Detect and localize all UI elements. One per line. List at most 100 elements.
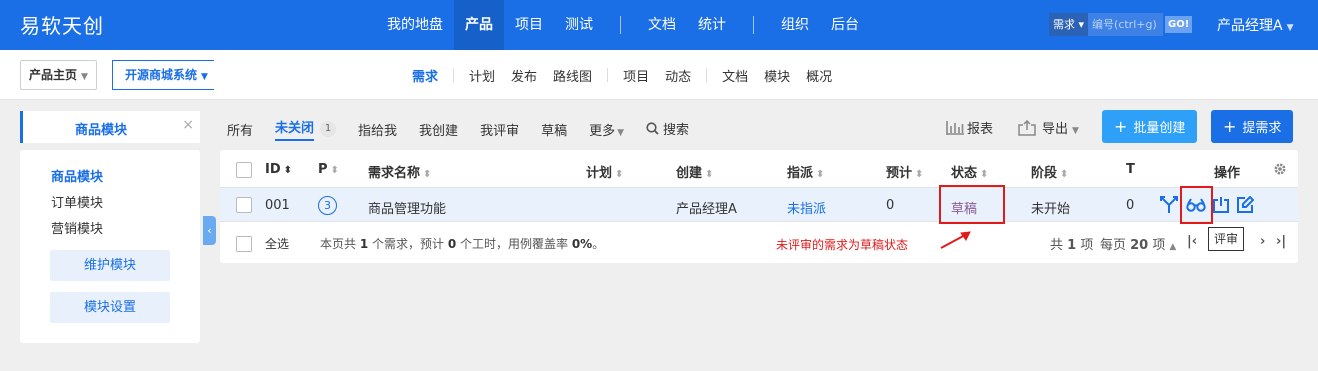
first-page-icon[interactable]: |‹ [1187,234,1197,249]
subnav-roadmap[interactable]: 路线图 [545,66,600,85]
nav-test[interactable]: 测试 [554,0,604,50]
bar-chart-icon [946,120,964,139]
next-page-icon[interactable]: › [1260,234,1265,249]
nav-stats[interactable]: 统计 [687,0,737,50]
edit-icon[interactable] [1236,195,1255,219]
subnav-release[interactable]: 发布 [503,66,545,85]
row-id: 001 [265,198,290,213]
row-estimate: 0 [886,198,895,213]
nav-product[interactable]: 产品 [454,0,504,50]
col-plan-label: 计划 [586,166,613,181]
sort-icon: ⬍ [330,165,339,176]
subnav-project[interactable]: 项目 [615,66,657,85]
subnav-divider [607,68,609,82]
col-assignee-label: 指派 [787,166,814,181]
col-estimate-label: 预计 [886,166,913,181]
row-name-link[interactable]: 商品管理功能 [368,198,446,217]
plus-icon: + [1114,117,1128,136]
col-id[interactable]: ID ⬍ [265,162,292,177]
create-story-button[interactable]: + 提需求 [1211,110,1294,143]
select-all-checkbox[interactable] [236,236,252,252]
subnav-module[interactable]: 模块 [756,66,798,85]
subnav-plan[interactable]: 计划 [461,66,503,85]
subnav-doc[interactable]: 文档 [714,66,756,85]
module-tab[interactable]: 商品模块 × [20,111,200,143]
col-creator-label: 创建 [676,166,703,181]
nav-doc[interactable]: 文档 [637,0,687,50]
chevron-down-icon: ▼ [1286,23,1294,33]
brand-logo[interactable]: 易软天创 [20,10,104,39]
user-name: 产品经理A [1217,18,1283,34]
batch-create-button[interactable]: + 批量创建 [1102,110,1198,143]
module-item-product[interactable]: 商品模块 [51,166,103,185]
row-checkbox[interactable] [236,197,252,213]
filter-all[interactable]: 所有 [227,120,253,139]
subnav-divider [706,68,708,82]
filter-reviewed[interactable]: 我评审 [480,120,519,139]
annotation-arrow-icon [939,230,973,254]
col-plan[interactable]: 计划 ⬍ [586,162,623,181]
filter-search[interactable]: 搜索 [646,119,689,139]
col-name[interactable]: 需求名称 ⬍ [368,162,431,181]
nav-org[interactable]: 组织 [770,0,820,50]
row-stage: 未开始 [1031,202,1071,217]
nav-admin[interactable]: 后台 [820,0,870,50]
row-t: 0 [1126,198,1135,213]
sort-icon: ⬍ [615,169,624,180]
breadcrumb-product[interactable]: 开源商城系统 ▼ [112,60,214,90]
header-checkbox[interactable] [236,162,252,178]
col-status[interactable]: 状态 ⬍ [951,162,988,181]
search-type-select[interactable]: 需求 ▾ [1049,13,1089,36]
priority-badge: 3 [318,196,337,215]
module-item-marketing[interactable]: 营销模块 [51,218,103,237]
maintain-module-button[interactable]: 维护模块 [50,250,170,281]
top-nav-bar: 易软天创 我的地盘 产品 项目 测试 文档 统计 组织 后台 需求 ▾ 编号(c… [0,0,1318,50]
user-menu[interactable]: 产品经理A ▼ [1217,15,1294,35]
breadcrumb-product-label: 开源商城系统 [125,68,198,82]
create-story-label: 提需求 [1242,121,1282,136]
col-creator[interactable]: 创建 ⬍ [676,162,713,181]
nav-my[interactable]: 我的地盘 [376,0,454,50]
row-assignee-link[interactable]: 未指派 [787,198,826,217]
filter-search-label: 搜索 [663,123,690,138]
search-input[interactable]: 编号(ctrl+g) [1088,13,1164,36]
col-stage[interactable]: 阶段 ⬍ [1031,162,1068,181]
col-name-label: 需求名称 [368,166,421,181]
close-icon[interactable]: × [182,117,194,133]
subnav-divider [453,68,455,82]
story-table: ID ⬍ P ⬍ 需求名称 ⬍ 计划 ⬍ 创建 ⬍ 指派 ⬍ 预计 ⬍ 状态 ⬍ 阶段 ⬍ T 操… [220,150,1298,263]
filter-more[interactable]: 更多 ▼ [589,120,624,139]
report-button[interactable]: 报表 [946,118,993,139]
sidebar-collapse-toggle[interactable]: ‹ [203,216,216,245]
module-settings-button[interactable]: 模块设置 [50,292,170,323]
col-id-label: ID [265,162,281,177]
open-count-badge: 1 [320,121,337,137]
split-icon[interactable] [1160,196,1178,219]
col-estimate[interactable]: 预计 ⬍ [886,162,923,181]
subnav-dynamic[interactable]: 动态 [657,66,699,85]
filter-draft[interactable]: 草稿 [541,120,567,139]
close-story-icon[interactable] [1212,196,1230,219]
col-assignee[interactable]: 指派 ⬍ [787,162,824,181]
subnav-story[interactable]: 需求 [404,66,446,85]
filter-open[interactable]: 未关闭 [275,117,315,141]
col-priority[interactable]: P ⬍ [318,162,339,177]
filter-assigned[interactable]: 指给我 [358,120,397,139]
gear-icon[interactable] [1273,162,1287,180]
status-highlight-box [939,185,1005,224]
module-item-order[interactable]: 订单模块 [51,192,103,211]
filter-created[interactable]: 我创建 [419,120,458,139]
table-row[interactable]: 001 3 商品管理功能 产品经理A 未指派 0 草稿 未开始 0 [220,187,1298,222]
last-page-icon[interactable]: ›| [1276,234,1286,249]
col-stage-label: 阶段 [1031,166,1058,181]
total-count: 共 1 项 [1050,238,1094,253]
nav-project[interactable]: 项目 [504,0,554,50]
row-creator: 产品经理A [676,202,737,217]
search-go-button[interactable]: GO! [1165,16,1193,33]
export-button[interactable]: 导出 ▼ [1018,118,1079,140]
export-label: 导出 [1042,122,1069,137]
per-page-select[interactable]: 每页 20 项 ▲ [1100,234,1176,253]
breadcrumb-home[interactable]: 产品主页 ▼ [20,60,97,90]
subnav-overview[interactable]: 概况 [798,66,840,85]
module-tree-panel: 商品模块 订单模块 营销模块 维护模块 模块设置 [20,150,200,343]
